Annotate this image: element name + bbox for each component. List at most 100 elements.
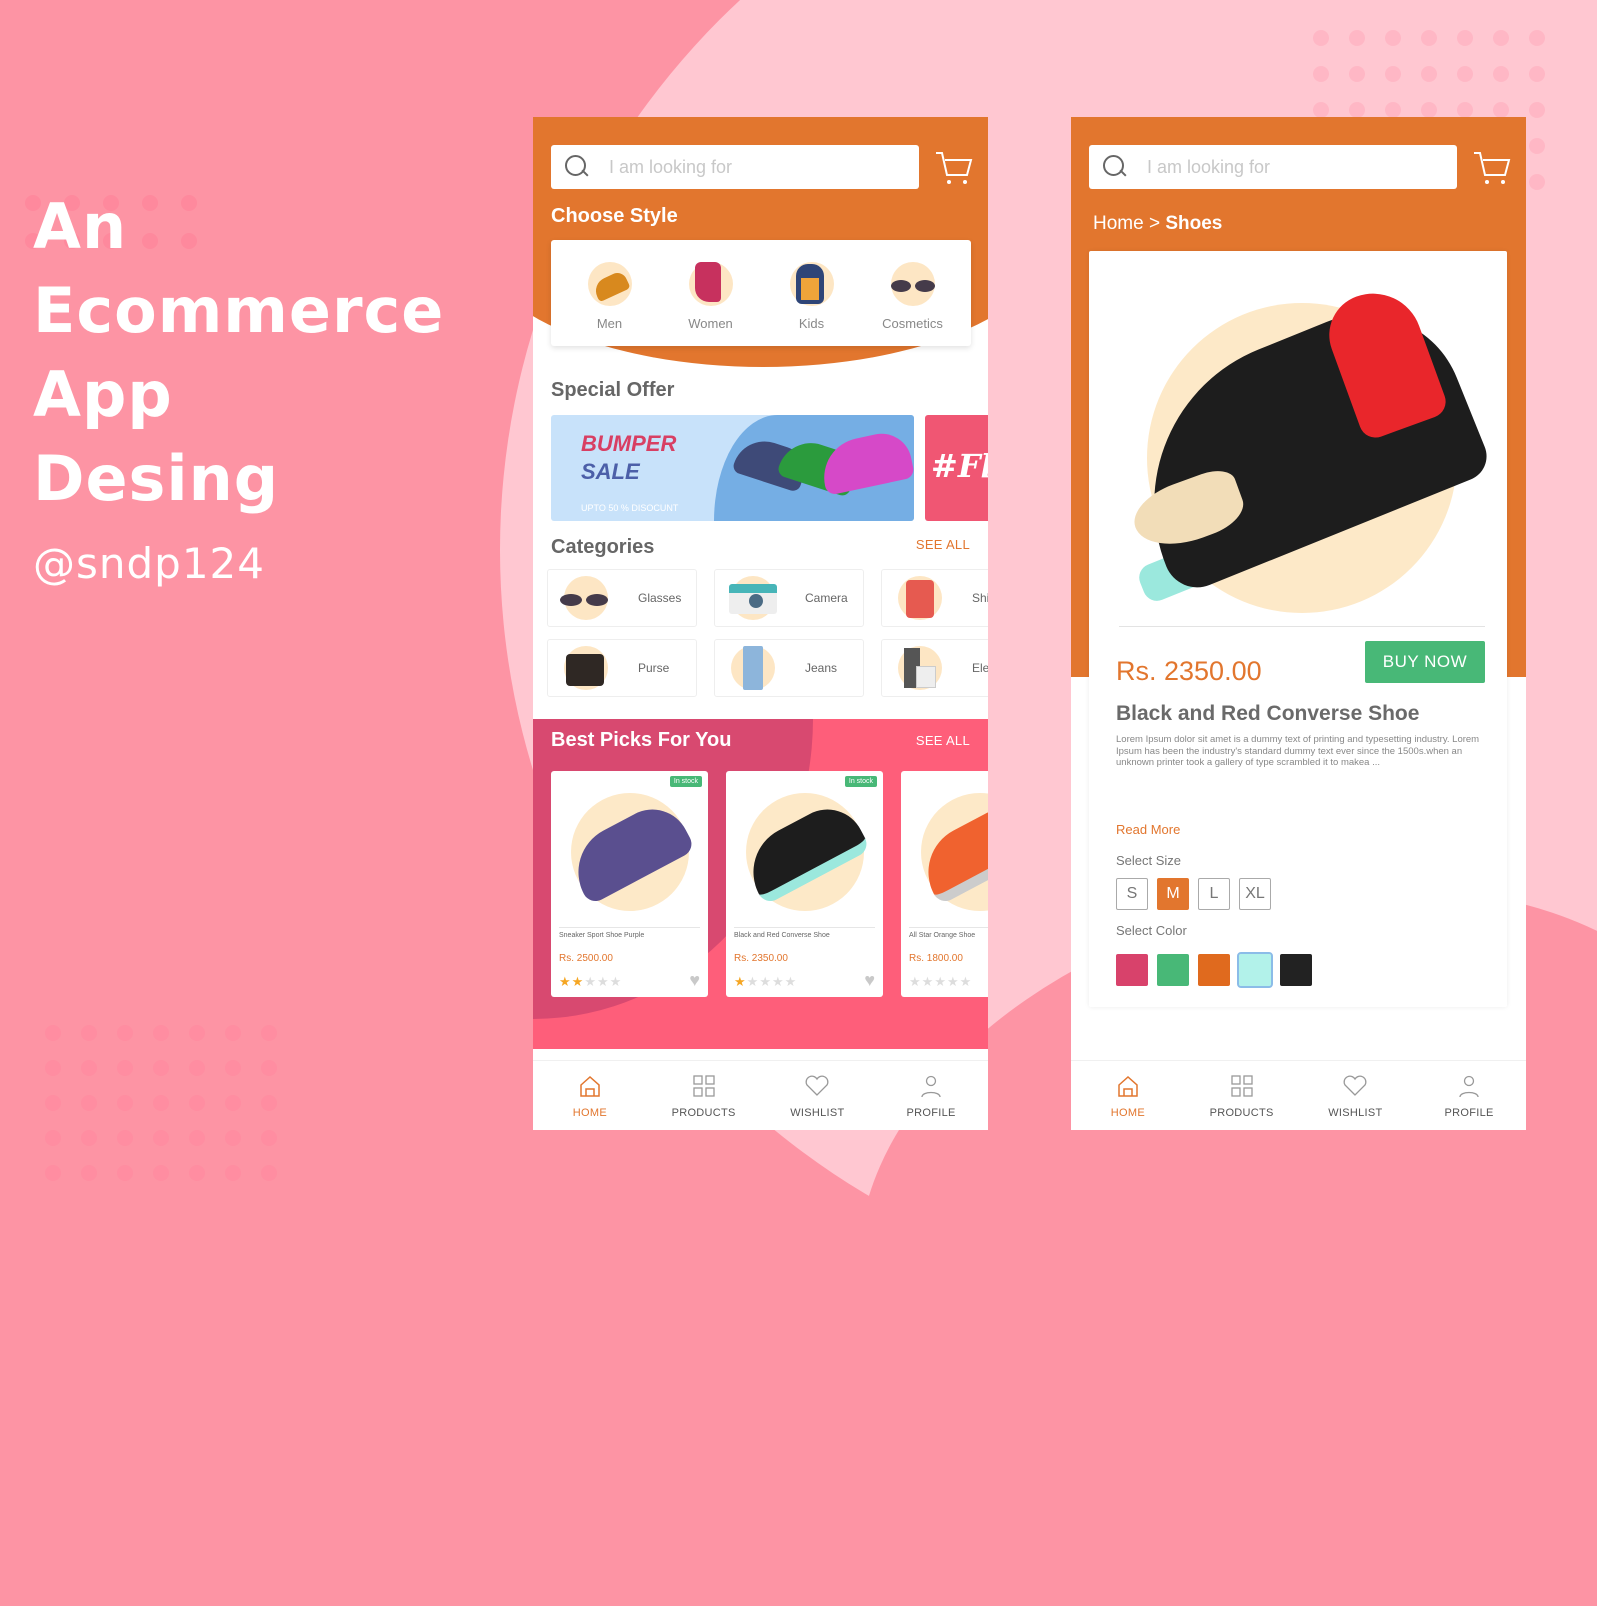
style-item-cosmetics[interactable]: Cosmetics — [868, 262, 958, 346]
stock-badge: In stock — [669, 776, 702, 787]
user-icon — [921, 1075, 941, 1097]
decor-dot — [45, 1060, 61, 1076]
star-empty-icon: ★ — [921, 974, 935, 989]
star-empty-icon: ★ — [609, 974, 623, 989]
nav-item-products[interactable]: PRODUCTS — [1192, 1073, 1292, 1119]
category-glasses[interactable]: Glasses — [547, 569, 697, 627]
jeans-icon — [731, 646, 775, 690]
style-item-men[interactable]: Men — [565, 262, 655, 346]
search-input[interactable]: I am looking for — [1089, 145, 1457, 189]
star-rating: ★★★★★ — [559, 974, 622, 990]
star-filled-icon: ★ — [571, 974, 585, 989]
search-placeholder: I am looking for — [1147, 156, 1271, 177]
grid-icon — [692, 1074, 715, 1097]
home-icon — [580, 1075, 600, 1097]
category-electronics[interactable]: Elec — [881, 639, 988, 697]
decor-dot — [45, 1025, 61, 1041]
star-empty-icon: ★ — [596, 974, 610, 989]
category-jeans[interactable]: Jeans — [714, 639, 864, 697]
style-item-label: Women — [688, 316, 733, 331]
user-icon — [1459, 1075, 1479, 1097]
choose-style-card: Men Women Kids Cosmetics — [551, 240, 971, 346]
camera-icon — [729, 576, 777, 620]
nav-item-wishlist[interactable]: WISHLIST — [1305, 1073, 1405, 1119]
buy-now-button[interactable]: BUY NOW — [1365, 641, 1485, 683]
product-card[interactable]: In stock Black and Red Converse Shoe Rs.… — [726, 771, 883, 997]
sneaker-icon — [587, 262, 632, 306]
product-card[interactable]: In stock Sneaker Sport Shoe Purple Rs. 2… — [551, 771, 708, 997]
nav-item-products[interactable]: PRODUCTS — [654, 1073, 754, 1119]
best-picks-see-all-link[interactable]: SEE ALL — [916, 733, 970, 748]
star-filled-icon: ★ — [559, 974, 572, 989]
bottom-nav: HOME PRODUCTS WISHLIST PROFILE — [533, 1060, 988, 1130]
decor-dot — [117, 1165, 133, 1181]
divider — [1119, 626, 1485, 627]
category-label: Shirt — [972, 591, 988, 605]
star-empty-icon: ★ — [584, 974, 597, 989]
size-option-m[interactable]: M — [1157, 878, 1189, 910]
decor-dot — [117, 1095, 133, 1111]
categories-see-all-link[interactable]: SEE ALL — [916, 537, 970, 552]
shirt-icon — [898, 576, 942, 620]
cart-icon[interactable] — [1472, 149, 1512, 187]
wishlist-heart-icon[interactable]: ♥ — [864, 970, 875, 991]
search-input[interactable]: I am looking for — [551, 145, 919, 189]
color-swatch[interactable] — [1198, 954, 1230, 986]
nav-item-profile[interactable]: PROFILE — [881, 1073, 981, 1119]
cart-icon[interactable] — [934, 149, 974, 187]
decor-dot — [1385, 66, 1401, 82]
nav-item-home[interactable]: HOME — [1078, 1073, 1178, 1119]
decor-dot — [153, 1095, 169, 1111]
glasses-icon — [560, 576, 608, 620]
category-shirt[interactable]: Shirt — [881, 569, 988, 627]
category-purse[interactable]: Purse — [547, 639, 697, 697]
decor-dot — [1313, 66, 1329, 82]
nav-item-home[interactable]: HOME — [540, 1073, 640, 1119]
nav-item-profile[interactable]: PROFILE — [1419, 1073, 1519, 1119]
banner-subtitle: UPTO 50 % DISOCUNT — [581, 503, 679, 513]
product-detail-card: Rs. 2350.00 BUY NOW Black and Red Conver… — [1089, 251, 1507, 1007]
decor-dot — [1421, 30, 1437, 46]
banner-title: #Fla — [931, 447, 988, 485]
product-name: Black and Red Converse Shoe — [1116, 702, 1420, 725]
nav-item-wishlist[interactable]: WISHLIST — [767, 1073, 867, 1119]
divider — [734, 927, 875, 928]
decor-dot — [1349, 102, 1365, 118]
color-swatch[interactable] — [1116, 954, 1148, 986]
offer-banner-flash[interactable]: #Fla — [925, 415, 988, 521]
star-empty-icon: ★ — [771, 974, 785, 989]
star-empty-icon: ★ — [759, 974, 772, 989]
decor-dot — [45, 1095, 61, 1111]
decor-dots-bottom-left — [45, 1025, 297, 1181]
wishlist-heart-icon[interactable]: ♥ — [689, 970, 700, 991]
breadcrumb-home-link[interactable]: Home — [1093, 213, 1144, 234]
size-selector: S M L XL — [1116, 878, 1271, 910]
read-more-link[interactable]: Read More — [1116, 822, 1180, 837]
decor-dot — [189, 1165, 205, 1181]
star-empty-icon: ★ — [784, 974, 798, 989]
best-picks-section: Best Picks For You SEE ALL In stock Snea… — [533, 719, 988, 1049]
size-option-l[interactable]: L — [1198, 878, 1230, 910]
decor-dot — [1457, 66, 1473, 82]
decor-dot — [81, 1025, 97, 1041]
banner-title-line1: BUMPER — [581, 431, 677, 456]
star-filled-icon: ★ — [734, 974, 747, 989]
decor-dot — [261, 1095, 277, 1111]
color-swatch[interactable] — [1280, 954, 1312, 986]
nav-label: PROFILE — [1444, 1106, 1494, 1119]
star-empty-icon: ★ — [909, 974, 922, 989]
grid-icon — [1230, 1074, 1253, 1097]
decor-dot — [1529, 174, 1545, 190]
category-camera[interactable]: Camera — [714, 569, 864, 627]
hero-text: An Ecommerce App Desing @sndp124 — [33, 185, 444, 588]
choose-style-title: Choose Style — [551, 205, 678, 227]
search-icon — [565, 155, 589, 179]
offer-banner-bumper-sale[interactable]: BUMPER SALE UPTO 50 % DISOCUNT — [551, 415, 914, 521]
color-swatch[interactable] — [1157, 954, 1189, 986]
product-card[interactable]: All Star Orange Shoe Rs. 1800.00 ★★★★★ — [901, 771, 988, 997]
size-option-s[interactable]: S — [1116, 878, 1148, 910]
style-item-kids[interactable]: Kids — [767, 262, 857, 346]
color-swatch[interactable] — [1237, 952, 1273, 988]
style-item-women[interactable]: Women — [666, 262, 756, 346]
size-option-xl[interactable]: XL — [1239, 878, 1271, 910]
